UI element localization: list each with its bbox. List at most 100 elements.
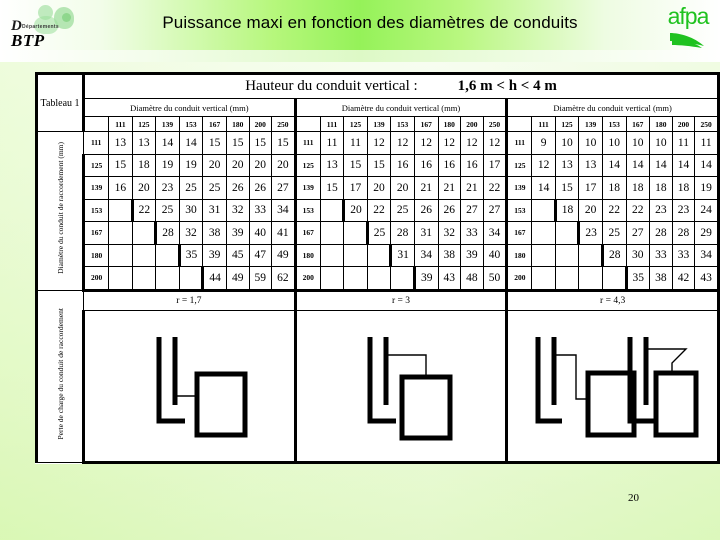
cell-r200-c111-block-3 xyxy=(531,266,556,292)
row-header-200-block-3: 200 xyxy=(506,266,533,291)
cell-r180-c200-block-1: 47 xyxy=(248,243,273,267)
cell-r139-c167-block-1: 25 xyxy=(202,176,227,200)
cell-r125-c139-block-1: 19 xyxy=(155,153,180,177)
cell-r125-c153-block-3: 14 xyxy=(601,153,627,177)
cell-r139-c111-block-1: 16 xyxy=(108,176,133,200)
column-header-153-block-3: 153 xyxy=(601,116,627,132)
cell-r167-c250-block-3: 29 xyxy=(694,221,720,245)
cell-r167-c125-block-1 xyxy=(131,221,157,245)
cell-r180-c153-block-3: 28 xyxy=(600,243,627,267)
row-header-167-block-1: 167 xyxy=(82,221,110,245)
cell-r167-c153-block-1: 32 xyxy=(178,221,204,245)
row-axis-label: Diamètre du conduit de raccordement (mm) xyxy=(34,131,85,291)
cell-r125-c167-block-3: 14 xyxy=(625,153,651,177)
cell-r167-c200-block-2: 33 xyxy=(460,221,484,245)
row-header-139-block-2: 139 xyxy=(294,176,321,200)
cell-r167-c125-block-2 xyxy=(343,221,368,245)
diameter-header-spacer-1 xyxy=(82,116,110,132)
cell-r167-c167-block-1: 38 xyxy=(202,221,227,245)
cell-r111-c111-block-3: 9 xyxy=(531,131,556,155)
column-header-167-block-2: 167 xyxy=(413,116,439,132)
row-header-125-block-1: 125 xyxy=(82,153,110,177)
cell-r111-c200-block-3: 11 xyxy=(671,131,696,155)
cell-r111-c139-block-3: 10 xyxy=(578,131,603,155)
cell-r200-c167-block-3: 35 xyxy=(624,266,651,292)
cell-r139-c200-block-1: 26 xyxy=(248,176,273,200)
cell-r125-c125-block-1: 18 xyxy=(131,153,157,177)
cell-r125-c200-block-2: 16 xyxy=(460,153,484,177)
column-header-180-block-2: 180 xyxy=(437,116,462,132)
cell-r139-c139-block-2: 20 xyxy=(366,176,392,200)
cell-r111-c111-block-1: 13 xyxy=(108,131,133,155)
cell-r200-c139-block-2 xyxy=(366,266,392,292)
cell-r111-c200-block-2: 12 xyxy=(460,131,484,155)
cell-r111-c153-block-1: 14 xyxy=(178,131,204,155)
column-header-111-block-3: 111 xyxy=(531,116,556,132)
cell-r180-c180-block-2: 38 xyxy=(437,243,462,267)
cell-r111-c111-block-2: 11 xyxy=(319,131,345,155)
group-header-block-1: Diamètre du conduit vertical (mm) xyxy=(82,98,297,117)
row-header-200-block-2: 200 xyxy=(294,266,321,291)
cell-r139-c180-block-1: 26 xyxy=(225,176,250,200)
cell-r200-c180-block-1: 49 xyxy=(225,266,250,292)
cell-r167-c111-block-2 xyxy=(319,221,345,245)
cell-r180-c125-block-2 xyxy=(343,243,368,267)
cell-r153-c250-block-2: 27 xyxy=(482,198,509,222)
diagram-double-icon xyxy=(535,336,699,437)
cell-r111-c125-block-3: 10 xyxy=(554,131,580,155)
cell-r139-c200-block-2: 21 xyxy=(460,176,484,200)
cell-r111-c180-block-1: 15 xyxy=(225,131,250,155)
cell-r153-c153-block-3: 22 xyxy=(601,198,627,222)
column-header-200-block-3: 200 xyxy=(671,116,696,132)
cell-r111-c250-block-1: 15 xyxy=(271,131,297,155)
cell-r153-c111-block-1 xyxy=(108,198,133,222)
cell-r139-c250-block-1: 27 xyxy=(271,176,297,200)
cell-r139-c250-block-2: 22 xyxy=(482,176,509,200)
cell-r125-c125-block-2: 15 xyxy=(343,153,368,177)
cell-r180-c180-block-3: 33 xyxy=(649,243,673,267)
diagram-single-tee-icon xyxy=(156,336,248,437)
cell-r200-c125-block-2 xyxy=(343,266,368,292)
cell-r139-c167-block-3: 18 xyxy=(625,176,651,200)
cell-r167-c111-block-1 xyxy=(108,221,133,245)
column-header-167-block-3: 167 xyxy=(625,116,651,132)
cell-r153-c200-block-1: 33 xyxy=(248,198,273,222)
row-header-139-block-1: 139 xyxy=(82,176,110,200)
table-row: 139 16 20 23 25 25 26 26 27 139 15 17 20 20 21 21 21 22 13… xyxy=(37,176,720,200)
column-header-180-block-3: 180 xyxy=(649,116,673,132)
cell-r153-c167-block-3: 22 xyxy=(625,198,651,222)
data-sheet: Tableau 1 Hauteur du conduit vertical : 1,… xyxy=(34,72,720,464)
row-header-153-block-3: 153 xyxy=(506,198,533,222)
btp-logo: D Départements BTP xyxy=(8,4,92,50)
cell-r180-c153-block-1: 35 xyxy=(177,243,204,267)
cell-r200-c180-block-3: 38 xyxy=(649,266,673,292)
column-header-167-block-1: 167 xyxy=(202,116,227,132)
cell-r111-c250-block-3: 11 xyxy=(694,131,720,155)
column-header-125-block-2: 125 xyxy=(343,116,368,132)
table-row: 125 15 18 19 19 20 20 20 20 125 13 15 15 16 16 16 16 17 12… xyxy=(37,153,720,177)
cell-r180-c167-block-2: 34 xyxy=(413,243,439,267)
row-header-180-block-1: 180 xyxy=(82,243,110,267)
cell-r111-c167-block-1: 15 xyxy=(202,131,227,155)
cell-r111-c125-block-2: 11 xyxy=(343,131,368,155)
cell-r153-c200-block-3: 23 xyxy=(671,198,696,222)
cell-r180-c250-block-2: 40 xyxy=(482,243,509,267)
cell-r200-c250-block-3: 43 xyxy=(694,266,720,292)
cell-r139-c200-block-3: 18 xyxy=(671,176,696,200)
row-header-167-block-2: 167 xyxy=(294,221,321,245)
table-top-header: Hauteur du conduit vertical : 1,6 m < h <… xyxy=(82,72,720,99)
cell-r167-c139-block-2: 25 xyxy=(365,221,392,245)
row-header-111-block-3: 111 xyxy=(506,131,533,155)
cell-r167-c200-block-3: 28 xyxy=(671,221,696,245)
diagram-cell-block-1 xyxy=(82,309,297,464)
cell-r111-c153-block-2: 12 xyxy=(390,131,415,155)
column-header-153-block-2: 153 xyxy=(390,116,415,132)
cell-r125-c153-block-1: 19 xyxy=(178,153,204,177)
row-header-139-block-3: 139 xyxy=(506,176,533,200)
cell-r180-c111-block-2 xyxy=(319,243,345,267)
afpa-logo-leaf-icon xyxy=(670,33,704,48)
cell-r180-c139-block-3 xyxy=(578,243,603,267)
cell-r153-c250-block-1: 34 xyxy=(271,198,297,222)
cell-r125-c111-block-2: 13 xyxy=(319,153,345,177)
column-header-250-block-3: 250 xyxy=(694,116,720,132)
